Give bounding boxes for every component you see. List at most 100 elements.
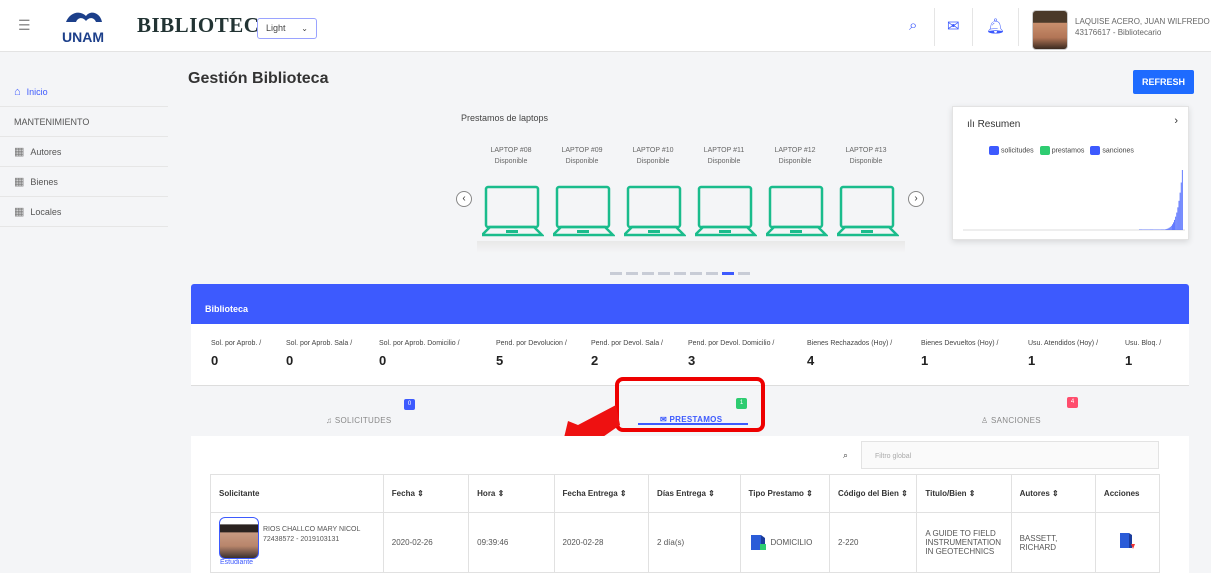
col-fecha[interactable]: Fecha ⇕ [382, 474, 470, 513]
col-autores[interactable]: Autores ⇕ [1010, 474, 1096, 513]
mini-chart-bar [1139, 229, 1140, 230]
stat-label: Sol. por Aprob. / [211, 340, 262, 347]
solicitante-name: RIOS CHALLCO MARY NICOL [263, 526, 361, 533]
tab-sanciones[interactable]: ♙ SANCIONES [981, 416, 1041, 425]
carousel-dot[interactable] [674, 272, 686, 275]
col-tipo-prestamo[interactable]: Tipo Prestamo ⇕ [739, 474, 830, 513]
stat-item: Pend. por Devolucion / 5 [496, 340, 567, 368]
carousel-prev-button[interactable]: ‹ [456, 191, 472, 207]
col-codigo[interactable]: Código del Bien ⇕ [828, 474, 918, 513]
carousel-dot[interactable] [626, 272, 638, 275]
col-titulo[interactable]: Titulo/Bien ⇕ [916, 474, 1012, 513]
bell-icon[interactable]: 🔔︎ [986, 17, 1005, 35]
carousel-dot[interactable] [658, 272, 670, 275]
resumen-title-text: Resumen [977, 119, 1021, 130]
user-info[interactable]: LAQUISE ACERO, JUAN WILFREDO 43176617 - … [1075, 16, 1210, 38]
mini-chart-bar [1146, 229, 1148, 230]
menu-icon[interactable]: ☰ [18, 18, 34, 32]
mini-chart-bar [1141, 229, 1142, 230]
top-bar: ☰ UNAM BIBLIOTECA Light ⌄ ⌕ ✉ 🔔︎ LAQUISE … [0, 0, 1211, 52]
legend-item[interactable]: prestamos [1039, 146, 1084, 155]
stat-value: 0 [379, 353, 387, 368]
stat-item: Sol. por Aprob. Sala / 0 [286, 340, 352, 368]
table-icon: ▦ [14, 205, 25, 218]
stat-value: 0 [286, 353, 294, 368]
col-solicitante[interactable]: Solicitante [210, 474, 384, 513]
col-fecha-entrega[interactable]: Fecha Entrega ⇕ [553, 474, 650, 513]
mini-chart-bar [1179, 192, 1181, 230]
laptop-icon [482, 185, 544, 237]
stat-label: Pend. por Devol. Sala / [591, 340, 663, 347]
mini-chart-bar [1148, 229, 1150, 230]
legend-label: sanciones [1102, 147, 1134, 155]
cell-acciones [1094, 512, 1161, 573]
user-avatar[interactable] [1032, 10, 1068, 50]
sidebar-item-bienes[interactable]: ▦ Bienes [0, 167, 168, 197]
sidebar-section-mantenimiento: MANTENIMIENTO [0, 107, 168, 137]
return-book-icon[interactable] [1118, 532, 1136, 552]
mini-chart-bar [1153, 229, 1155, 230]
resumen-mini-chart [963, 170, 1185, 231]
sidebar-item-inicio[interactable]: ⌂ Inicio [0, 77, 168, 107]
stat-label: Pend. por Devol. Domicilio / [688, 340, 775, 347]
mini-chart-bar [1150, 229, 1151, 230]
laptop-card[interactable]: LAPTOP #10 Disponible [622, 145, 686, 245]
divider [1018, 8, 1019, 46]
col-dias-entrega[interactable]: Días Entrega ⇕ [648, 474, 741, 513]
carousel-dot[interactable] [738, 272, 750, 275]
stat-label: Bienes Rechazados (Hoy) / [807, 340, 893, 347]
mini-chart-bar [1167, 228, 1169, 230]
carousel-dot[interactable] [690, 272, 702, 275]
laptop-name: LAPTOP #09 [561, 147, 603, 154]
carousel-dot[interactable] [706, 272, 718, 275]
resumen-title: ılı Resumen [967, 119, 1020, 130]
page-title: Gestión Biblioteca [188, 70, 329, 87]
carousel-dot[interactable] [642, 272, 654, 275]
laptop-card[interactable]: LAPTOP #13 Disponible [835, 145, 899, 245]
search-icon[interactable]: ⌕ [909, 17, 917, 34]
global-filter-input[interactable]: Filtro global [861, 441, 1159, 469]
carousel-next-button[interactable]: › [908, 191, 924, 207]
stat-label: Usu. Atendidos (Hoy) / [1028, 340, 1099, 347]
legend-item[interactable]: solicitudes [989, 146, 1034, 155]
sidebar-item-autores[interactable]: ▦ Autores [0, 137, 168, 167]
col-acciones: Acciones [1094, 474, 1161, 513]
theme-select[interactable]: Light ⌄ [257, 18, 317, 39]
theme-select-value: Light [266, 23, 286, 33]
mini-chart-bar [1163, 229, 1164, 230]
carousel-indicators[interactable] [610, 272, 750, 275]
mini-chart-bar [1142, 229, 1144, 230]
chevron-down-icon: ⌄ [301, 24, 308, 33]
mini-chart-bar [1168, 227, 1170, 230]
laptop-icon [766, 185, 828, 237]
mini-chart-bar [1173, 222, 1174, 230]
mini-chart-bar [1175, 216, 1177, 230]
chevron-right-icon[interactable]: › [1174, 115, 1178, 127]
tab-label: SOLICITUDES [334, 416, 392, 425]
laptop-card[interactable]: LAPTOP #12 Disponible [764, 145, 828, 245]
solicitante-info: RIOS CHALLCO MARY NICOL 72438572 - 20191… [263, 525, 360, 545]
stat-label: Sol. por Aprob. Domicilio / [379, 340, 460, 347]
mini-chart-bar [1147, 229, 1149, 230]
user-name: LAQUISE ACERO, JUAN WILFREDO [1075, 17, 1210, 26]
table-header-row: Solicitante Fecha ⇕ Hora ⇕ Fecha Entrega… [210, 474, 1161, 513]
table-icon: ▦ [14, 175, 25, 188]
col-hora[interactable]: Hora ⇕ [468, 474, 555, 513]
laptop-status: Disponible [778, 158, 812, 165]
carousel-dot[interactable] [610, 272, 622, 275]
solicitante-avatar[interactable] [219, 517, 259, 559]
mail-icon[interactable]: ✉ [947, 17, 960, 35]
sidebar-item-locales[interactable]: ▦ Locales [0, 197, 168, 227]
legend-item[interactable]: sanciones [1090, 146, 1134, 155]
stat-value: 4 [807, 353, 815, 368]
laptop-status: Disponible [707, 158, 741, 165]
laptop-card[interactable]: LAPTOP #11 Disponible [693, 145, 757, 245]
laptop-card[interactable]: LAPTOP #08 Disponible [480, 145, 544, 245]
refresh-button[interactable]: REFRESH [1133, 70, 1194, 94]
tab-badge: 0 [404, 399, 415, 410]
tab-solicitudes[interactable]: ♫ SOLICITUDES [326, 416, 392, 425]
mini-chart-bar [1140, 229, 1141, 230]
unam-logo: UNAM [56, 8, 140, 46]
laptop-card[interactable]: LAPTOP #09 Disponible [551, 145, 615, 245]
carousel-dot-active[interactable] [722, 272, 734, 275]
